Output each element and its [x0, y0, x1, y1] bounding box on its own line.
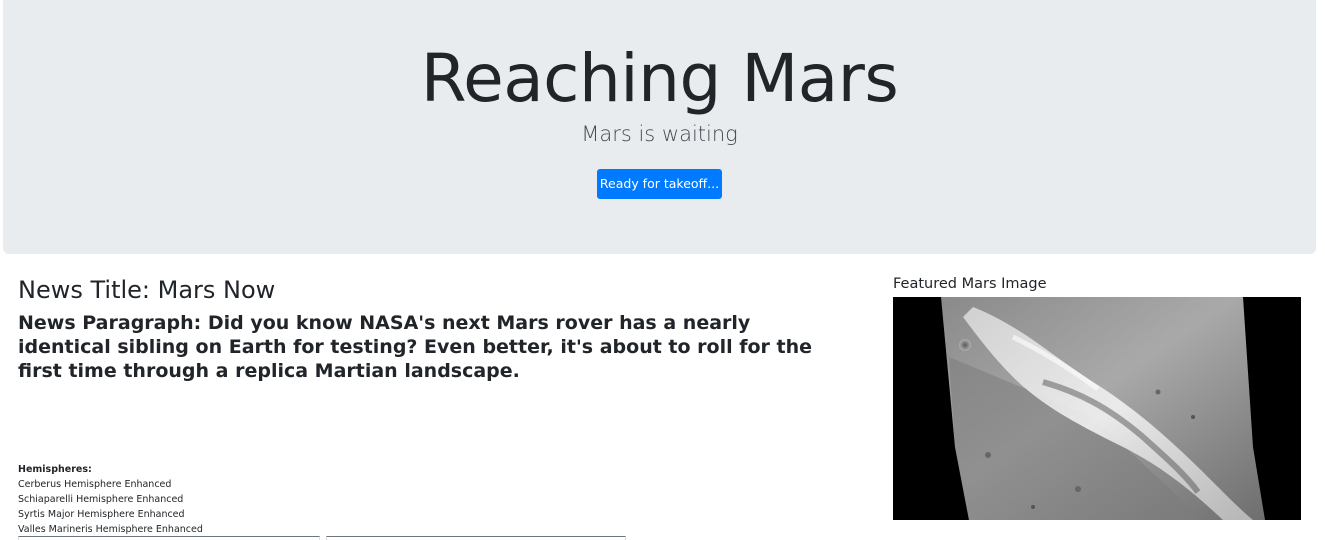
- featured-image-section: Featured Mars Image: [893, 274, 1301, 520]
- hemisphere-thumbnail-card: [18, 536, 320, 540]
- news-section: News Title: Mars Now News Paragraph: Did…: [18, 274, 848, 383]
- hemisphere-item-cerberus: Cerberus Hemisphere Enhanced: [18, 479, 172, 490]
- hemispheres-label: Hemispheres:: [18, 464, 92, 475]
- featured-image-label: Featured Mars Image: [893, 276, 1047, 292]
- page-title: Reaching Mars: [420, 40, 899, 117]
- hemisphere-item-syrtis-major: Syrtis Major Hemisphere Enhanced: [18, 509, 185, 520]
- hemisphere-thumbnail-card: [326, 536, 626, 540]
- jumbotron-header: Reaching Mars Mars is waiting Ready for …: [3, 0, 1316, 254]
- hemisphere-item-schiaparelli: Schiaparelli Hemisphere Enhanced: [18, 494, 184, 505]
- news-paragraph: News Paragraph: Did you know NASA's next…: [18, 312, 813, 382]
- hemisphere-item-valles-marineris: Valles Marineris Hemisphere Enhanced: [18, 524, 203, 535]
- ready-for-takeoff-button[interactable]: Ready for takeoff...: [597, 169, 722, 199]
- page-subtitle: Mars is waiting: [581, 122, 738, 146]
- news-title: News Title: Mars Now: [18, 276, 276, 304]
- featured-mars-image: [893, 297, 1301, 520]
- hemispheres-list: Hemispheres: Cerberus Hemisphere Enhance…: [18, 462, 203, 537]
